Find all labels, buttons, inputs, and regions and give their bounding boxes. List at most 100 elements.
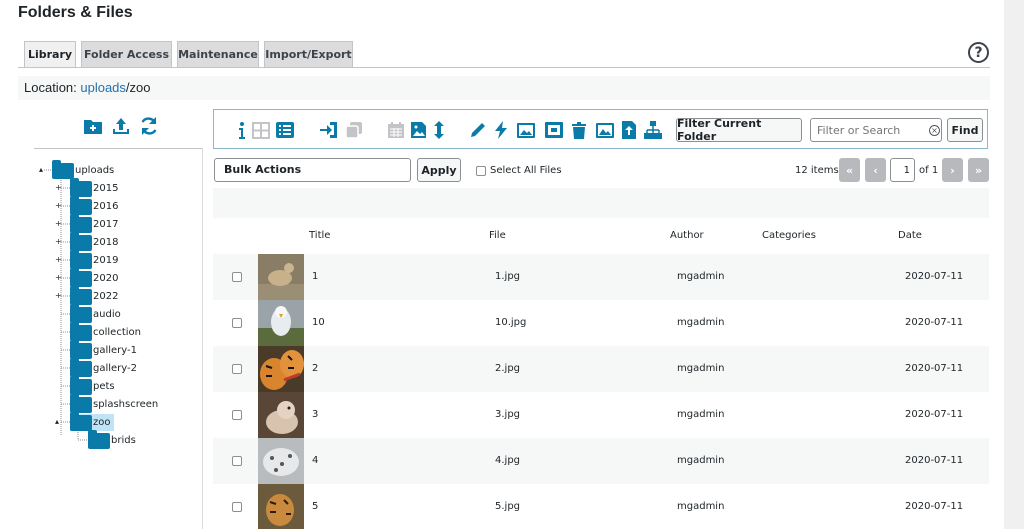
- location-bar: Location: uploads/zoo: [18, 76, 990, 100]
- select-all-files[interactable]: Select All Files: [476, 165, 562, 176]
- column-header-author[interactable]: Author: [670, 230, 704, 241]
- row-title[interactable]: 2: [312, 363, 318, 374]
- tree-expander-zoo[interactable]: ▴: [55, 417, 59, 426]
- tree-expander-2016[interactable]: +: [55, 201, 62, 210]
- current-page-input[interactable]: 1: [890, 158, 915, 182]
- help-icon[interactable]: ?: [968, 42, 989, 63]
- tree-node-2019[interactable]: 2019: [70, 249, 118, 269]
- tree-node-2018[interactable]: 2018: [70, 231, 118, 251]
- thumbnail-5[interactable]: [258, 484, 304, 529]
- tree-node-gallery-2[interactable]: gallery-2: [70, 357, 137, 377]
- filter-current-folder-button[interactable]: Filter Current Folder: [676, 117, 802, 143]
- tree-node-brids[interactable]: brids: [88, 429, 136, 449]
- tree-expander-uploads[interactable]: ▴: [39, 165, 43, 174]
- tree-node-uploads[interactable]: uploads: [52, 159, 115, 179]
- image-icon[interactable]: [595, 120, 615, 140]
- tree-label: uploads: [75, 165, 115, 176]
- flash-icon[interactable]: [491, 120, 511, 140]
- delete-icon[interactable]: [569, 120, 589, 140]
- tree-expander-2015[interactable]: +: [55, 183, 62, 192]
- row-checkbox[interactable]: [232, 456, 242, 466]
- tree-expander-2022[interactable]: +: [55, 291, 62, 300]
- tree-label: 2015: [93, 183, 119, 194]
- tree-node-gallery-1[interactable]: gallery-1: [70, 339, 137, 359]
- next-page-button[interactable]: ›: [942, 158, 963, 182]
- info-icon[interactable]: [232, 120, 252, 140]
- tree-node-collection[interactable]: collection: [70, 321, 141, 341]
- table-row[interactable]: 10 10.jpg mgadmin 2020-07-11: [213, 300, 989, 346]
- tree-expander-2017[interactable]: +: [55, 219, 62, 228]
- bulk-actions-select[interactable]: Bulk Actions: [214, 158, 411, 182]
- tree-node-zoo[interactable]: zoo: [70, 411, 114, 431]
- tabs-divider: [18, 67, 990, 68]
- column-header-file[interactable]: File: [489, 230, 506, 241]
- row-title[interactable]: 5: [312, 501, 318, 512]
- copy-icon[interactable]: [344, 120, 364, 140]
- last-page-button[interactable]: »: [968, 158, 989, 182]
- row-title[interactable]: 3: [312, 409, 318, 420]
- row-checkbox[interactable]: [232, 502, 242, 512]
- tree-node-audio[interactable]: audio: [70, 303, 121, 323]
- row-title[interactable]: 10: [312, 317, 325, 328]
- location-link-uploads[interactable]: uploads: [80, 80, 126, 95]
- tree-node-splashscreen[interactable]: splashscreen: [70, 393, 158, 413]
- select-all-checkbox[interactable]: [476, 165, 486, 176]
- thumbnail-2[interactable]: [258, 346, 304, 392]
- apply-button[interactable]: Apply: [417, 158, 461, 182]
- row-checkbox[interactable]: [232, 318, 242, 328]
- find-button[interactable]: Find: [947, 118, 983, 142]
- image-upload-icon[interactable]: [619, 120, 639, 140]
- thumbnail-1[interactable]: [258, 254, 304, 300]
- upload-icon[interactable]: [111, 116, 131, 136]
- row-title[interactable]: 4: [312, 455, 318, 466]
- tree-node-2017[interactable]: 2017: [70, 213, 118, 233]
- list-view-icon[interactable]: [275, 120, 295, 140]
- calendar-icon[interactable]: [386, 120, 406, 140]
- table-row[interactable]: 2 2.jpg mgadmin 2020-07-11: [213, 346, 989, 392]
- tree-node-pets[interactable]: pets: [70, 375, 115, 395]
- tree-node-2016[interactable]: 2016: [70, 195, 118, 215]
- sort-image-icon[interactable]: [409, 120, 429, 140]
- table-row[interactable]: 4 4.jpg mgadmin 2020-07-11: [213, 438, 989, 484]
- tree-node-2022[interactable]: 2022: [70, 285, 118, 305]
- column-header-title[interactable]: Title: [309, 230, 330, 241]
- first-page-button[interactable]: «: [839, 158, 860, 182]
- row-title[interactable]: 1: [312, 271, 318, 282]
- row-checkbox[interactable]: [232, 364, 242, 374]
- tree-node-2015[interactable]: 2015: [70, 177, 119, 197]
- tree-expander-2020[interactable]: +: [55, 273, 62, 282]
- tab-import-export[interactable]: Import/Export: [264, 41, 353, 68]
- grid-view-icon[interactable]: [251, 120, 271, 140]
- tree-expander-2019[interactable]: +: [55, 255, 62, 264]
- tab-library[interactable]: Library: [24, 41, 76, 68]
- tree-node-2020[interactable]: 2020: [70, 267, 119, 287]
- table-row[interactable]: 1 1.jpg mgadmin 2020-07-11: [213, 254, 989, 300]
- thumbnail-4[interactable]: [258, 438, 304, 484]
- sitemap-icon[interactable]: [643, 120, 663, 140]
- clear-search-icon[interactable]: ×: [929, 125, 940, 136]
- tab-maintenance[interactable]: Maintenance: [177, 41, 259, 68]
- move-icon[interactable]: [319, 120, 339, 140]
- table-row[interactable]: 5 5.jpg mgadmin 2020-07-11: [213, 484, 989, 529]
- row-checkbox[interactable]: [232, 272, 242, 282]
- column-header-categories[interactable]: Categories: [762, 230, 816, 241]
- search-input[interactable]: [810, 118, 942, 142]
- thumbnail-3[interactable]: [258, 392, 304, 438]
- sort-icon[interactable]: [429, 120, 449, 140]
- prev-page-button[interactable]: ‹: [865, 158, 886, 182]
- row-checkbox[interactable]: [232, 410, 242, 420]
- tree-label: 2020: [93, 273, 119, 284]
- folder-icon: [70, 177, 92, 197]
- image-edit-icon[interactable]: [516, 120, 536, 140]
- rename-icon[interactable]: [468, 120, 488, 140]
- column-header-date[interactable]: Date: [898, 230, 922, 241]
- image-crop-icon[interactable]: [544, 120, 564, 140]
- row-date: 2020-07-11: [905, 409, 964, 420]
- thumbnail-10[interactable]: [258, 300, 304, 346]
- table-row[interactable]: 3 3.jpg mgadmin 2020-07-11: [213, 392, 989, 438]
- refresh-icon[interactable]: [139, 116, 159, 136]
- tree-expander-2018[interactable]: +: [55, 237, 62, 246]
- folder-icon: [70, 303, 92, 323]
- tab-folder-access[interactable]: Folder Access: [81, 41, 172, 68]
- add-folder-icon[interactable]: [83, 116, 103, 136]
